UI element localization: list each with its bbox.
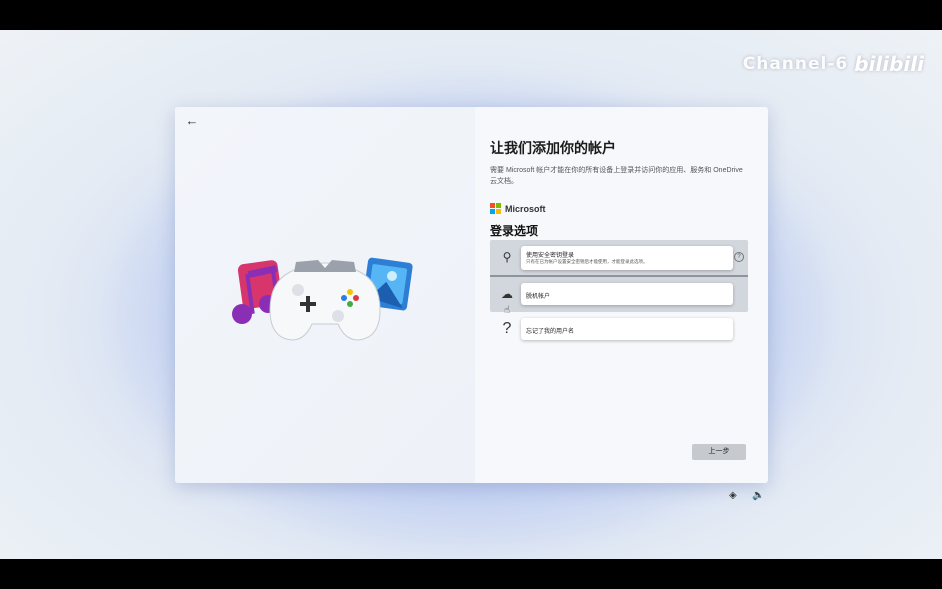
microsoft-logo-text: Microsoft xyxy=(505,203,546,214)
microsoft-logo: Microsoft xyxy=(490,203,546,214)
page-description: 需要 Microsoft 帐户才能在你的所有设备上登录并访问你的应用、服务和 O… xyxy=(490,167,743,185)
section-title: 登录选项 xyxy=(490,224,539,238)
cursor-hand-icon: ☝ xyxy=(503,305,511,316)
apps-illustration xyxy=(232,257,413,341)
option-forgot-username[interactable]: 忘记了我的用户名 xyxy=(521,318,733,340)
option-offline-account[interactable]: 脱机帐户 xyxy=(521,283,733,305)
video-watermark: Channel-6 bilibili xyxy=(743,52,924,76)
option-title: 使用安全密钥登录 xyxy=(526,253,575,259)
option-title: 脱机帐户 xyxy=(526,294,551,300)
account-setup-dialog: ← 让我们添加你的帐户 需要 Microsoft 帐户才能在你的所有设备上登录并… xyxy=(175,107,768,483)
info-icon[interactable]: ? xyxy=(734,252,744,262)
question-icon: ? xyxy=(502,320,512,337)
arrow-left-icon[interactable]: ← xyxy=(183,113,201,129)
sign-in-options-list: ⚲ 使用安全密钥登录 只有在已为帐户设置安全密钥后才能使用，才能登录此选项。 ?… xyxy=(490,240,748,370)
microsoft-logo-icon xyxy=(490,203,501,214)
option-detail: 只有在已为帐户设置安全密钥后才能使用，才能登录此选项。 xyxy=(526,259,648,264)
back-button[interactable]: 上一步 xyxy=(692,444,746,460)
watermark-channel: Channel-6 xyxy=(742,54,849,74)
page-title: 让我们添加你的帐户 xyxy=(490,140,616,156)
security-key-icon: ⚲ xyxy=(502,250,512,264)
watermark-brand: bilibili xyxy=(854,52,924,76)
option-security-key[interactable]: 使用安全密钥登录 只有在已为帐户设置安全密钥后才能使用，才能登录此选项。 xyxy=(521,246,733,270)
volume-icon[interactable]: 🔈 xyxy=(752,490,764,501)
network-icon[interactable]: ◈ xyxy=(729,490,737,501)
oobe-screen: Channel-6 bilibili ← 让我们添加你的帐户 需要 Micros… xyxy=(0,30,942,559)
option-title: 忘记了我的用户名 xyxy=(526,329,575,335)
cloud-offline-icon: ☁ xyxy=(501,287,513,301)
options-divider xyxy=(490,275,748,277)
game-controller-icon xyxy=(269,260,381,341)
